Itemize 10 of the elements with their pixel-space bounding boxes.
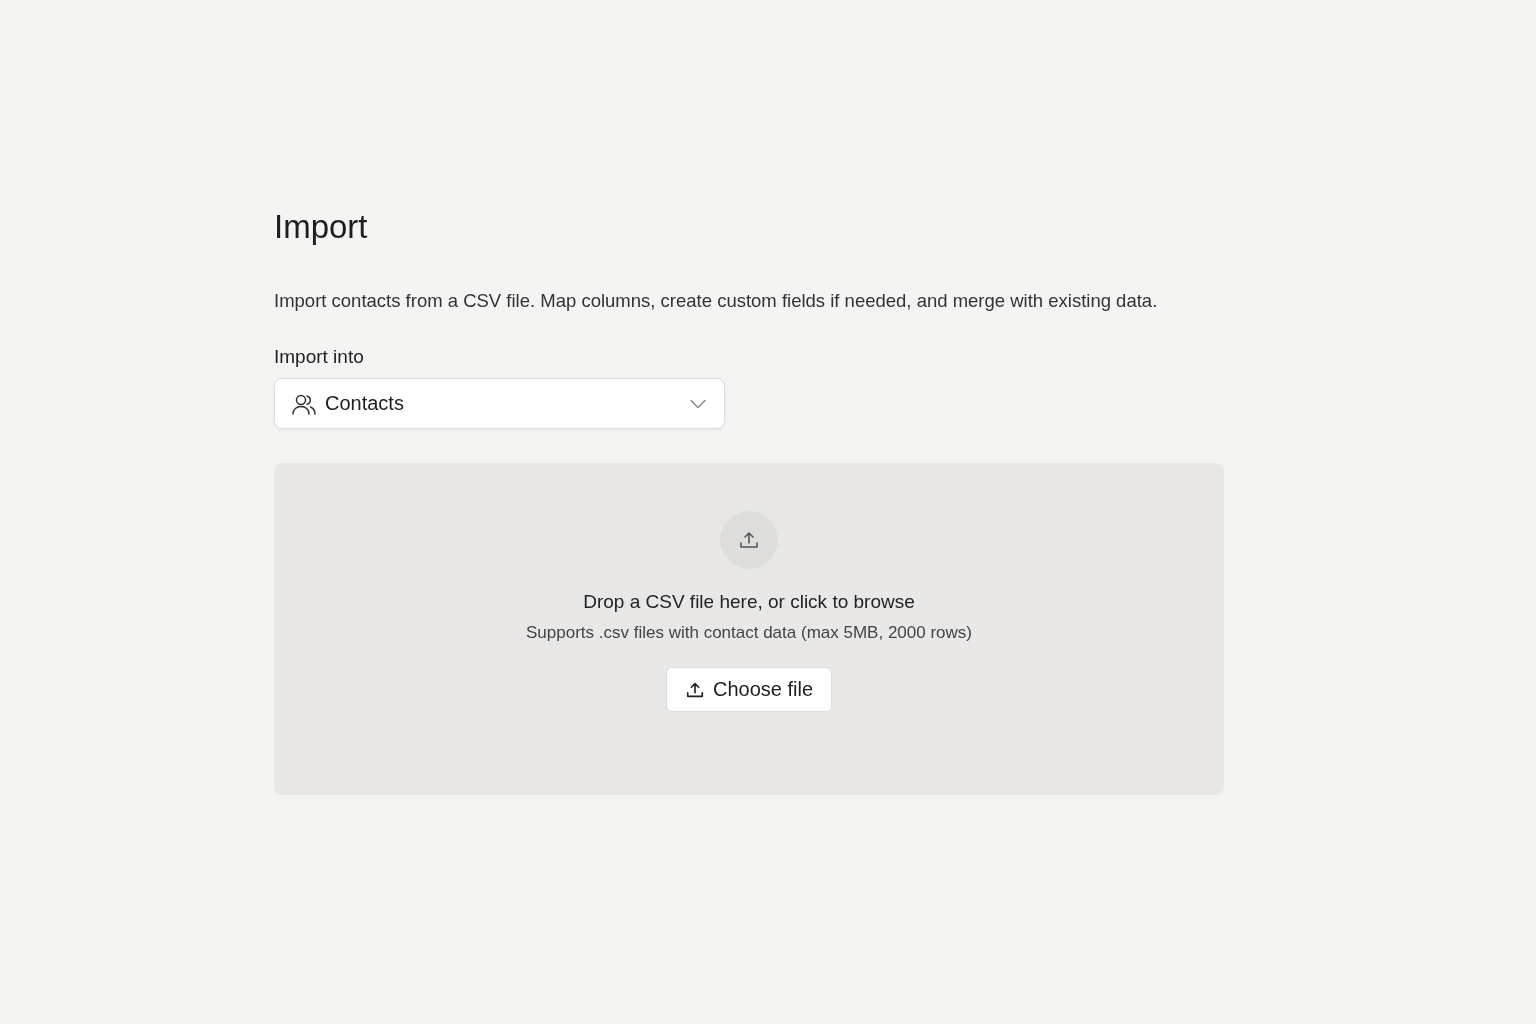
choose-file-button[interactable]: Choose file [665, 667, 833, 712]
file-drop-zone[interactable]: Drop a CSV file here, or click to browse Supports .csv files with contact data (max 5MB, 2000 rows) Choose file [274, 463, 1224, 795]
chevron-down-icon [690, 398, 706, 409]
people-icon [291, 392, 317, 415]
drop-zone-hint: Supports .csv files with contact data (max 5MB, 2000 rows) [526, 623, 972, 643]
field-label: Import into [274, 346, 365, 368]
page-title: Import [274, 208, 369, 246]
drop-zone-title: Drop a CSV file here, or click to browse [583, 591, 915, 613]
import-into-dropdown[interactable]: Contacts [274, 378, 725, 429]
page-description: Import contacts from a CSV file. Map columns, create custom fields if needed, and merge with existing data. [274, 290, 1159, 312]
